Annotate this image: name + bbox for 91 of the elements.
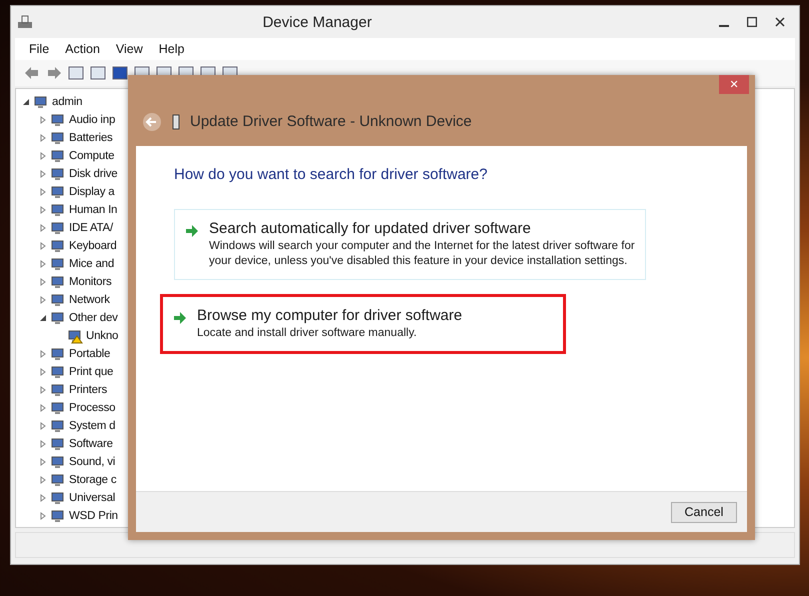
tree-item[interactable]: Print que (69, 366, 114, 378)
expand-arrow-icon[interactable] (39, 170, 47, 178)
tree-item[interactable]: Monitors (69, 276, 112, 288)
arrow-icon (185, 224, 199, 238)
expand-arrow-icon[interactable] (39, 440, 47, 448)
option-description: Locate and install driver software manually. (197, 326, 418, 341)
expand-arrow-icon[interactable] (39, 260, 47, 268)
computer-icon (17, 14, 33, 30)
device-icon (50, 238, 66, 254)
tree-item[interactable]: Universal (69, 492, 116, 504)
tree-item[interactable]: Disk drive (69, 168, 118, 180)
device-icon (50, 436, 66, 452)
expand-arrow-icon[interactable] (39, 242, 47, 250)
expand-arrow-icon[interactable] (39, 278, 47, 286)
expand-arrow-icon[interactable] (39, 458, 47, 466)
tree-item[interactable]: Printers (69, 384, 108, 396)
tree-item[interactable]: Compute (69, 150, 114, 162)
expand-arrow-icon[interactable] (39, 116, 47, 124)
device-icon (172, 114, 180, 130)
tree-item[interactable]: Processo (69, 402, 116, 414)
arrow-icon (173, 311, 187, 325)
device-icon (50, 472, 66, 488)
option-link[interactable] (174, 209, 646, 280)
tree-item[interactable]: WSD Prin (69, 510, 118, 522)
expand-arrow-icon[interactable] (39, 368, 47, 376)
device-icon (50, 364, 66, 380)
tree-item[interactable]: Other dev (69, 312, 118, 324)
tree-item[interactable]: Keyboard (69, 240, 117, 252)
device-icon (50, 256, 66, 272)
close-button[interactable]: ✕ (719, 75, 749, 94)
device-icon (50, 346, 66, 362)
tree-item[interactable]: Unkno (86, 330, 118, 342)
dialog-title: Update Driver Software - Unknown Device (190, 113, 472, 130)
device-icon (50, 220, 66, 236)
menu-item[interactable]: File (21, 42, 58, 56)
device-icon (50, 166, 66, 182)
device-icon (50, 202, 66, 218)
device-icon (50, 400, 66, 416)
tree-item[interactable]: Software (69, 438, 113, 450)
warning-device-icon (67, 328, 83, 344)
expand-arrow-icon[interactable] (39, 188, 47, 196)
tree-item[interactable]: Network (69, 294, 110, 306)
menu-item[interactable]: Action (57, 42, 108, 56)
expand-arrow-icon[interactable] (39, 152, 47, 160)
window-title: Device Manager (262, 14, 372, 30)
device-icon (50, 130, 66, 146)
expand-arrow-icon[interactable] (39, 404, 47, 412)
collapse-arrow-icon[interactable] (22, 98, 30, 106)
expand-arrow-icon[interactable] (39, 224, 47, 232)
device-icon (33, 94, 49, 110)
tree-item[interactable]: Sound, vi (69, 456, 116, 468)
option-title: Search automatically for updated driver software (209, 220, 532, 237)
option-description: Windows will search your computer and the Internet for the latest driver software for your device, unless you've disabled this feature in your device installation settings. (209, 239, 635, 269)
device-icon (50, 184, 66, 200)
expand-arrow-icon[interactable] (39, 386, 47, 394)
device-icon (50, 148, 66, 164)
menu-item[interactable]: View (108, 42, 151, 56)
tree-item[interactable]: admin (52, 96, 82, 108)
option-title: Browse my computer for driver software (197, 307, 462, 324)
device-icon (50, 274, 66, 290)
device-icon (50, 454, 66, 470)
tree-item[interactable]: Portable (69, 348, 110, 360)
device-icon (50, 490, 66, 506)
tree-item[interactable]: Mice and (69, 258, 114, 270)
question-heading: How do you want to search for driver software? (174, 166, 488, 183)
tree-item[interactable]: Display a (69, 186, 114, 198)
expand-arrow-icon[interactable] (39, 134, 47, 142)
cancel-button[interactable]: Cancel (671, 502, 737, 522)
forward-arrow-icon[interactable] (45, 64, 63, 82)
collapse-arrow-icon[interactable] (39, 314, 47, 322)
tree-item[interactable]: Human In (69, 204, 118, 216)
device-icon (50, 292, 66, 308)
menu-item[interactable]: Help (150, 42, 192, 56)
device-icon (50, 112, 66, 128)
tree-item[interactable]: Storage c (69, 474, 116, 486)
expand-arrow-icon[interactable] (39, 422, 47, 430)
option-link[interactable]: Browse my computer for driver software Locate and install driver software manually. (160, 294, 566, 354)
device-icon (50, 310, 66, 326)
expand-arrow-icon[interactable] (39, 350, 47, 358)
device-icon (50, 508, 66, 524)
expand-arrow-icon[interactable] (39, 206, 47, 214)
device-icon (50, 418, 66, 434)
expand-arrow-icon[interactable] (39, 296, 47, 304)
expand-arrow-icon[interactable] (39, 512, 47, 520)
tree-item[interactable]: Batteries (69, 132, 113, 144)
tree-item[interactable]: IDE ATA/ (69, 222, 113, 234)
expand-arrow-icon[interactable] (39, 494, 47, 502)
tree-item[interactable]: Audio inp (69, 114, 116, 126)
device-icon (50, 382, 66, 398)
expand-arrow-icon[interactable] (39, 476, 47, 484)
tree-item[interactable]: System d (69, 420, 116, 432)
